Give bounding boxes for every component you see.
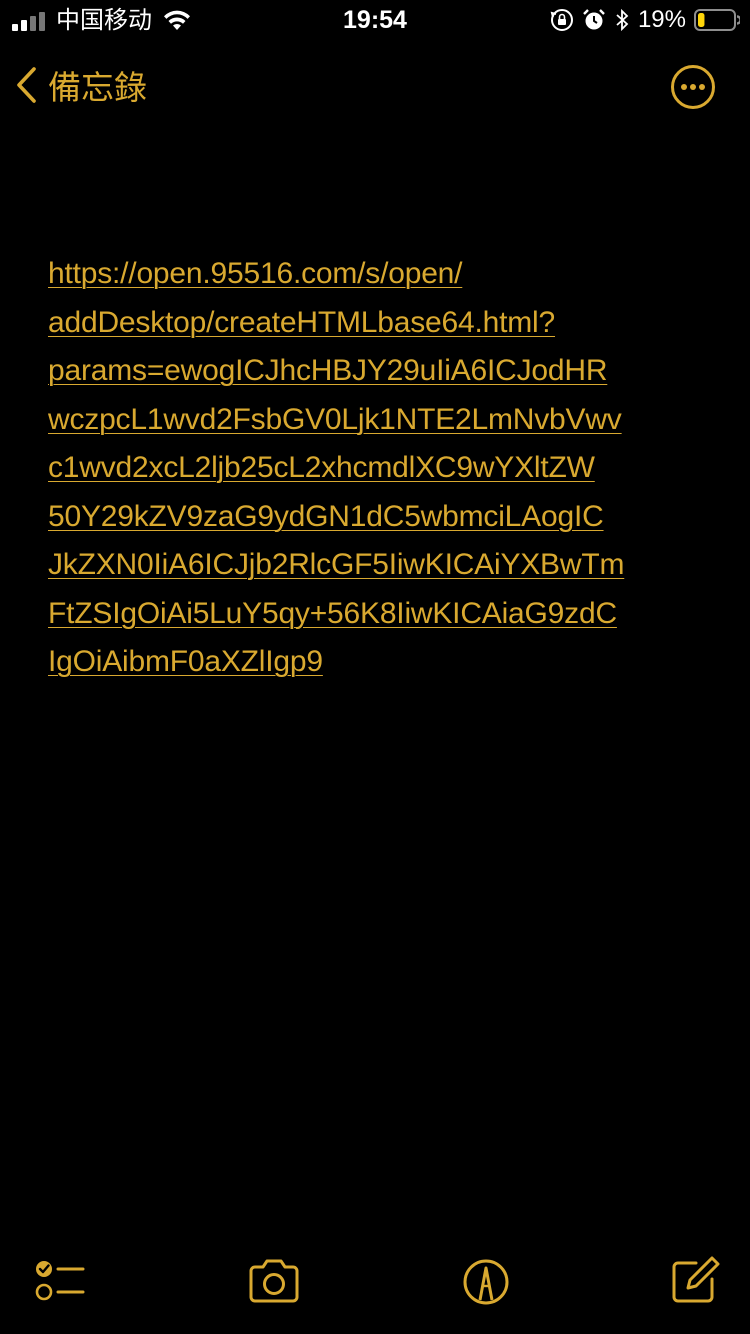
note-line: wczpcL1wvd2FsbGV0Ljk1NTE2LmNvbVwv [48, 402, 622, 436]
camera-icon[interactable] [246, 1254, 302, 1310]
note-link[interactable]: https://open.95516.com/s/open/ addDeskto… [48, 250, 708, 687]
bottom-toolbar [0, 1234, 750, 1334]
note-line: FtZSIgOiAi5LuY5qy+56K8IiwKICAiaG9zdC [48, 596, 617, 630]
battery-percent: 19% [637, 6, 686, 33]
compose-icon[interactable] [666, 1254, 722, 1310]
status-bar: 中国移动 19:54 19% [0, 0, 750, 40]
note-line: addDesktop/createHTMLbase64.html? [48, 305, 556, 339]
note-line: JkZXN0IiA6ICJjb2RlcGF5IiwKICAiYXBwTm [48, 548, 625, 581]
note-line: IgOiAibmF0aXZlIgp9 [48, 645, 323, 678]
note-line: params=ewogICJhcHBJY29uIiA6ICJodHR [48, 354, 608, 387]
note-line: https://open.95516.com/s/open/ [48, 257, 463, 290]
more-icon[interactable] [670, 64, 716, 110]
chevron-left-icon [17, 67, 36, 103]
back-label: 備忘錄 [48, 68, 147, 107]
navigation-bar: 備忘錄 [0, 52, 750, 116]
orientation-lock-icon [550, 9, 573, 31]
note-body[interactable]: https://open.95516.com/s/open/ addDeskto… [48, 250, 708, 687]
back-button[interactable]: 備忘錄 [12, 60, 147, 110]
status-icons-right: 19% [550, 6, 740, 34]
markup-icon[interactable] [458, 1254, 514, 1310]
note-line: 50Y29kZV9zaG9ydGN1dC5wbmciLAogIC [48, 499, 604, 533]
checklist-icon[interactable] [32, 1254, 88, 1310]
note-line: c1wvd2xcL2ljb25cL2xhcmdlXC9wYXltZW [48, 451, 595, 484]
battery-icon [694, 9, 740, 31]
alarm-icon [583, 9, 605, 30]
bluetooth-icon [616, 8, 629, 32]
